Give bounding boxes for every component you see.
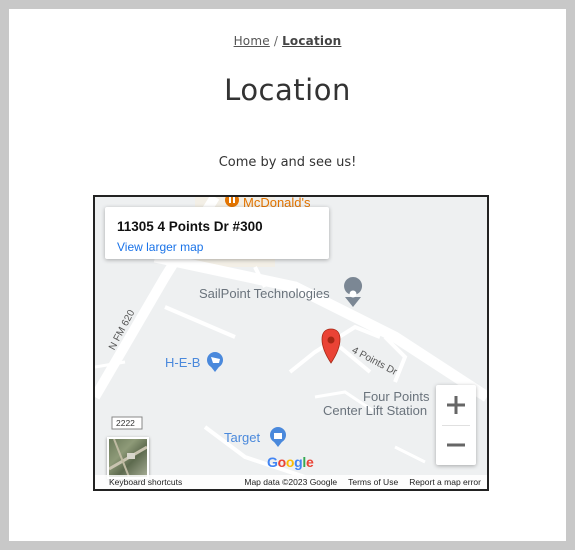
page-content: Home / Location Location Come by and see u… (9, 9, 566, 541)
satellite-view-toggle[interactable] (107, 437, 149, 479)
breadcrumb-home-link[interactable]: Home (234, 34, 270, 48)
plus-icon (447, 396, 465, 414)
breadcrumb-current-link[interactable]: Location (282, 34, 341, 48)
poi-label-sailpoint[interactable]: SailPoint Technologies (199, 286, 330, 301)
road-label-2222: 2222 (116, 418, 135, 428)
breadcrumb-separator: / (273, 34, 279, 48)
map-address: 11305 4 Points Dr #300 (117, 219, 263, 234)
keyboard-shortcuts-link[interactable]: Keyboard shortcuts (95, 477, 182, 487)
minus-icon (447, 443, 465, 447)
poi-label-four-points-line1: Four Points (363, 389, 430, 404)
report-map-error-link[interactable]: Report a map error (409, 477, 481, 487)
satellite-thumbnail-icon (109, 439, 147, 477)
page-tagline: Come by and see us! (218, 155, 357, 170)
poi-label-target[interactable]: Target (224, 430, 260, 445)
terms-of-use-link[interactable]: Terms of Use (348, 477, 398, 487)
zoom-in-button[interactable] (436, 385, 476, 425)
poi-label-four-points-line2: Center Lift Station (323, 403, 428, 418)
map-info-card: 11305 4 Points Dr #300 View larger map (105, 207, 329, 259)
breadcrumb: Home / Location (9, 34, 566, 48)
view-larger-map-link[interactable]: View larger map (117, 240, 203, 254)
map-data-attribution: Map data ©2023 Google (244, 477, 338, 487)
page-title: Location (224, 73, 351, 107)
poi-label-heb[interactable]: H-E-B (165, 355, 200, 370)
zoom-control (436, 385, 476, 465)
google-logo: Google (267, 454, 314, 470)
embedded-map[interactable]: McDonald's SailPoint Technologies H-E-B … (93, 195, 489, 491)
zoom-out-button[interactable] (436, 425, 476, 465)
map-footer: Keyboard shortcuts Map data ©2023 Google… (95, 475, 487, 489)
